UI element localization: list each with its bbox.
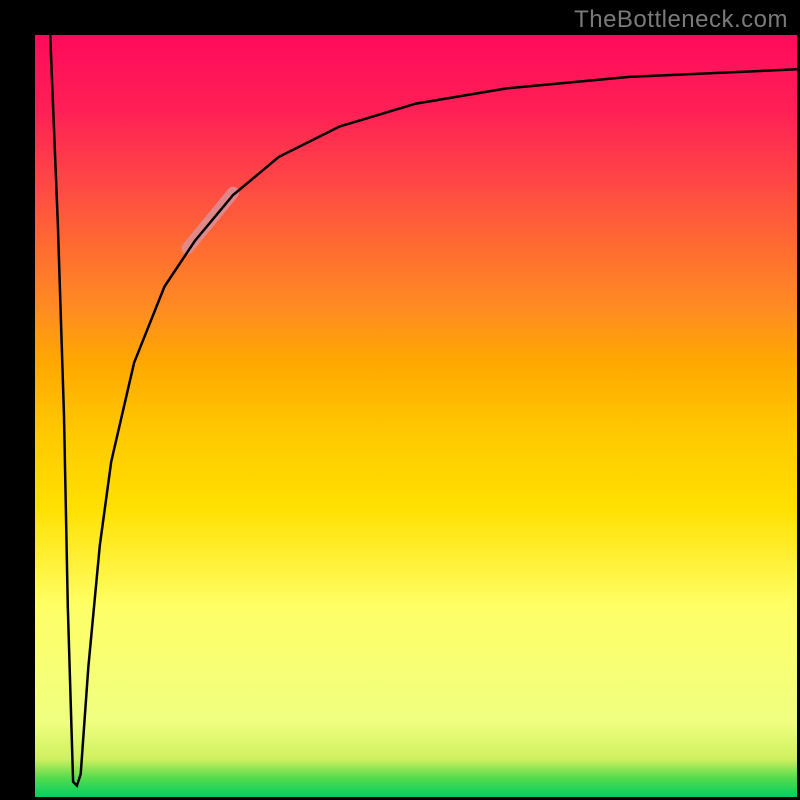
source-watermark: TheBottleneck.com <box>574 6 788 34</box>
plot-area <box>35 35 797 797</box>
